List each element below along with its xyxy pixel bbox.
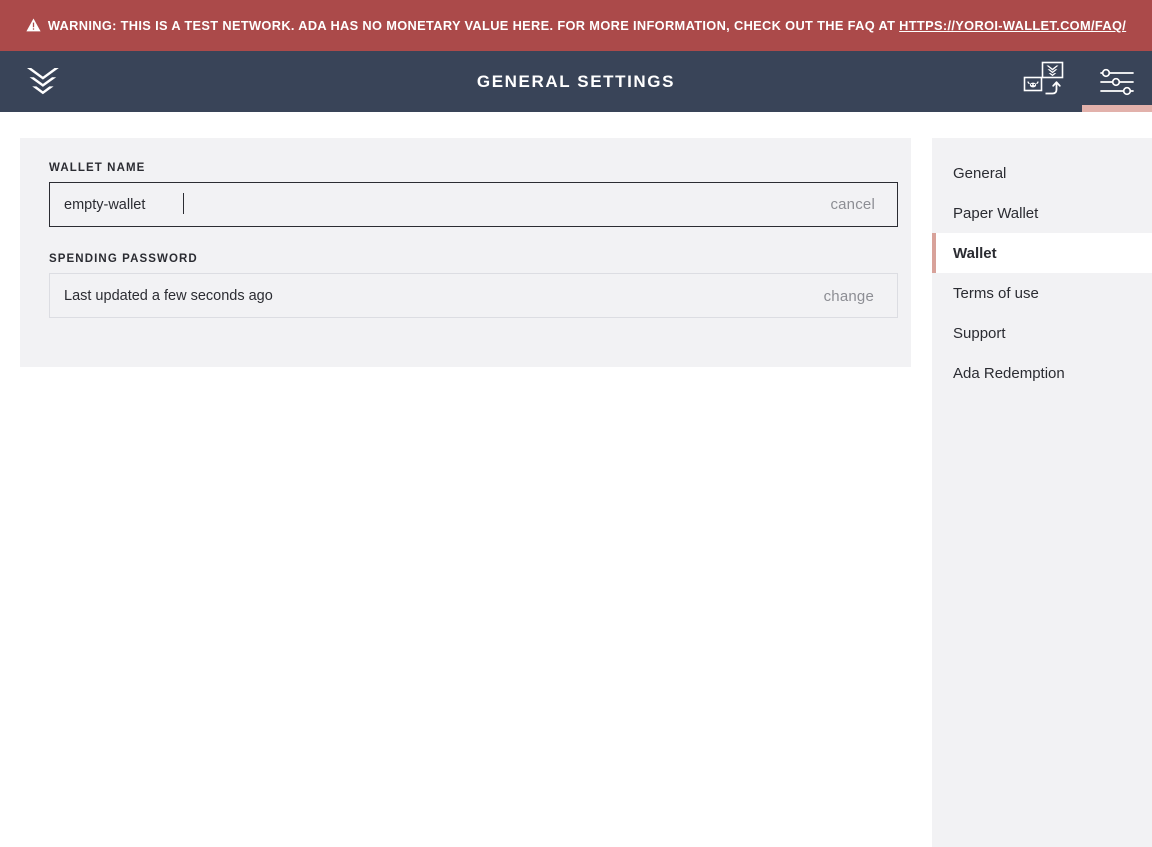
spending-password-status: Last updated a few seconds ago <box>64 287 273 304</box>
settings-sliders-icon[interactable] <box>1082 51 1152 112</box>
sidebar-item-label: General <box>953 164 1007 182</box>
sidebar-item-terms-of-use[interactable]: Terms of use <box>932 273 1152 313</box>
warning-banner-text: WARNING: THIS IS A TEST NETWORK. ADA HAS… <box>26 15 1126 36</box>
spending-password-row[interactable]: Last updated a few seconds ago change <box>49 273 898 318</box>
warning-triangle-icon <box>26 18 41 32</box>
sidebar-item-label: Paper Wallet <box>953 204 1039 222</box>
header-icon-group <box>1012 51 1152 112</box>
wallet-name-field-group: WALLET NAME cancel <box>49 162 898 227</box>
sidebar-item-ada-redemption[interactable]: Ada Redemption <box>932 353 1152 393</box>
spending-password-change-button[interactable]: change <box>824 274 874 319</box>
page-title: GENERAL SETTINGS <box>476 71 676 91</box>
wallet-switch-icon[interactable] <box>1012 51 1082 112</box>
sidebar-item-label: Wallet <box>953 244 997 262</box>
sidebar-item-support[interactable]: Support <box>932 313 1152 353</box>
wallet-settings-panel: WALLET NAME cancel SPENDING PASSWORD Las… <box>20 138 911 367</box>
faq-link[interactable]: HTTPS://YOROI-WALLET.COM/FAQ/ <box>899 18 1126 33</box>
sidebar-item-label: Terms of use <box>953 284 1039 302</box>
wallet-name-label: WALLET NAME <box>49 162 146 174</box>
sidebar-item-general[interactable]: General <box>932 153 1152 193</box>
test-network-warning-banner: WARNING: THIS IS A TEST NETWORK. ADA HAS… <box>0 0 1152 51</box>
wallet-name-input[interactable] <box>49 182 898 227</box>
sidebar-item-label: Ada Redemption <box>953 364 1065 382</box>
wallet-name-row: cancel <box>49 182 898 227</box>
spending-password-field-group: SPENDING PASSWORD Last updated a few sec… <box>49 253 898 318</box>
wallet-name-cancel-button[interactable]: cancel <box>830 182 875 227</box>
app-header: GENERAL SETTINGS <box>0 51 1152 112</box>
settings-sidebar: General Paper Wallet Wallet Terms of use… <box>932 138 1152 847</box>
spending-password-label: SPENDING PASSWORD <box>49 253 198 265</box>
sidebar-item-wallet[interactable]: Wallet <box>932 233 1152 273</box>
text-caret <box>183 193 184 214</box>
warning-message: WARNING: THIS IS A TEST NETWORK. ADA HAS… <box>47 18 900 33</box>
sidebar-item-label: Support <box>953 324 1006 342</box>
sidebar-item-paper-wallet[interactable]: Paper Wallet <box>932 193 1152 233</box>
